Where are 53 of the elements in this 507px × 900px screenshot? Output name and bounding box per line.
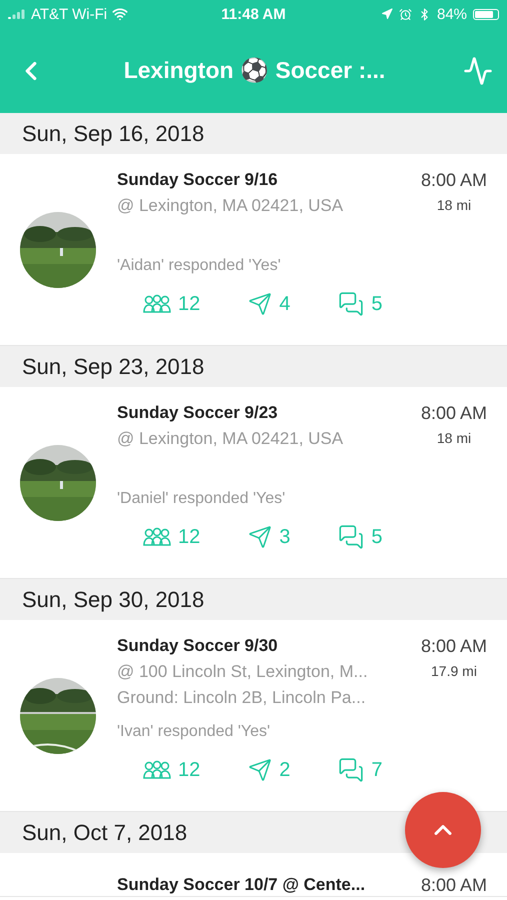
people-icon [143, 527, 171, 547]
nav-title: Lexington ⚽ Soccer :... [122, 57, 386, 84]
comment-count[interactable]: 5 [371, 526, 382, 548]
alarm-icon [398, 8, 412, 20]
sent-count[interactable]: 3 [279, 526, 290, 548]
comments-icon [338, 757, 364, 783]
event-distance: 18 mi [436, 197, 472, 213]
response-text: 'Ivan' responded 'Yes' [117, 723, 272, 741]
event-location: @ 100 Lincoln St, Lexington, M... [117, 662, 369, 682]
comments-icon [338, 524, 364, 550]
comment-count[interactable]: 5 [371, 292, 382, 316]
comment-count[interactable]: 7 [371, 758, 382, 782]
attendee-count[interactable]: 12 [178, 758, 200, 782]
date-text: Sun, Oct 7, 2018 [22, 820, 188, 846]
sent-count[interactable]: 4 [279, 292, 290, 316]
event-time: 8:00 AM [420, 636, 487, 657]
event-distance: 17.9 mi [431, 663, 477, 679]
comments-icon [338, 291, 364, 317]
status-time: 11:48 AM [221, 6, 286, 22]
event-card[interactable]: Sunday Soccer 9/23 @ Lexington, MA 02421, USA 8:00 AM 18 mi 'Daniel' responded 'Yes' 12 3 5 [0, 387, 507, 579]
response-text: 'Daniel' responded 'Yes' [117, 490, 286, 508]
date-text: Sun, Sep 30, 2018 [22, 586, 204, 612]
people-icon [143, 760, 171, 780]
event-title: Sunday Soccer 10/7 @ Cente... [117, 875, 366, 895]
location-icon [380, 8, 393, 20]
event-time: 8:00 AM [420, 403, 487, 424]
date-text: Sun, Sep 23, 2018 [22, 354, 204, 380]
battery-percent: 84% [436, 6, 468, 22]
event-card[interactable]: Sunday Soccer 9/16 @ Lexington, MA 02421, USA 8:00 AM 18 mi 'Aidan' responded 'Yes' 12 4 5 [0, 154, 507, 346]
attendee-count[interactable]: 12 [178, 292, 200, 316]
scroll-top-button[interactable] [405, 792, 481, 868]
event-title: Sunday Soccer 9/30 [117, 636, 279, 656]
event-distance: 18 mi [436, 430, 472, 446]
date-text: Sun, Sep 16, 2018 [22, 120, 204, 146]
signal-icon [8, 9, 26, 19]
send-icon [248, 525, 272, 549]
send-icon [248, 758, 272, 782]
event-location: @ Lexington, MA 02421, USA [117, 196, 344, 216]
response-text: 'Aidan' responded 'Yes' [117, 257, 282, 275]
activity-icon[interactable] [463, 56, 493, 86]
people-icon [143, 294, 171, 314]
event-ground: Ground: Lincoln 2B, Lincoln Pa... [117, 688, 367, 708]
wifi-icon [112, 6, 128, 22]
attendee-count[interactable]: 12 [178, 526, 200, 548]
event-location: @ Lexington, MA 02421, USA [117, 429, 344, 449]
event-time: 8:00 AM [420, 170, 487, 191]
sent-count[interactable]: 2 [279, 758, 290, 782]
send-icon [248, 292, 272, 316]
event-title: Sunday Soccer 9/16 [117, 170, 279, 190]
carrier-name: AT&T Wi-Fi [31, 6, 108, 22]
event-title: Sunday Soccer 9/23 [117, 403, 279, 423]
battery-icon [473, 8, 500, 20]
event-time: 8:00 AM [420, 875, 487, 896]
